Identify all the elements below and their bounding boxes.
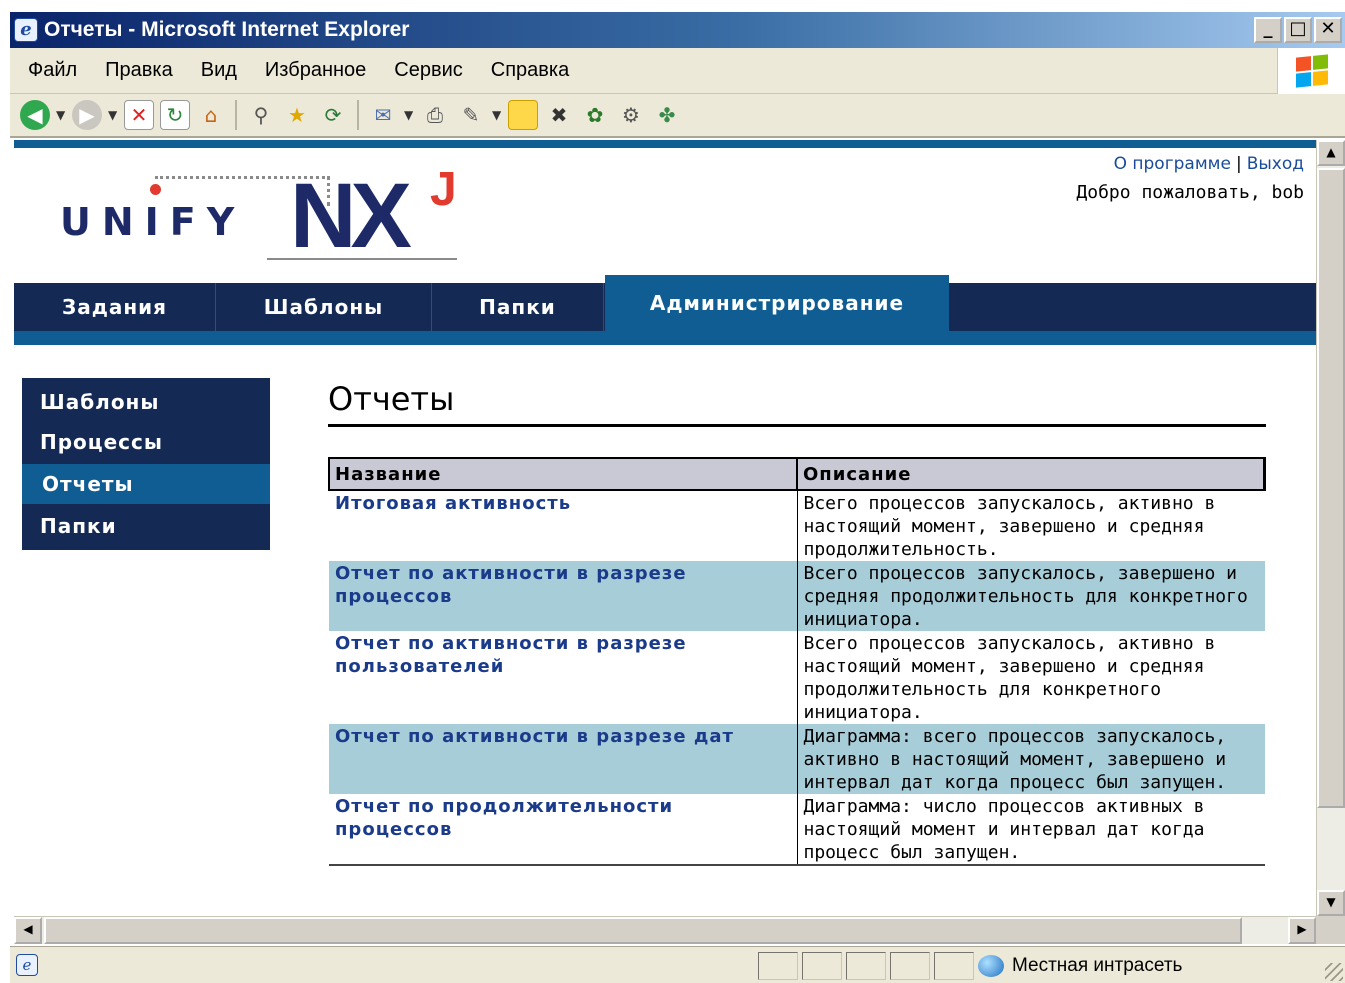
report-description: Всего процессов запускалось, завершено и… [797,561,1265,631]
report-link[interactable]: Итоговая активность [329,490,798,561]
minimize-button[interactable]: _ [1254,17,1282,43]
reports-table: Название Описание Итоговая активность Вс… [328,457,1266,866]
menu-file[interactable]: Файл [28,59,77,82]
maximize-button[interactable]: □ [1284,17,1312,43]
home-icon[interactable]: ⌂ [196,100,226,130]
column-header-name[interactable]: Название [328,457,798,491]
stop-icon[interactable]: ✕ [124,100,154,130]
windows-logo-icon [1277,48,1345,94]
table-row: Отчет по активности в разрезе процессов … [329,561,1265,631]
forward-dropdown-icon[interactable]: ▼ [108,108,118,122]
history-icon[interactable]: ⟳ [318,100,348,130]
tab-administration[interactable]: Администрирование [605,275,949,331]
page-title: Отчеты [328,380,1266,427]
report-description: Диаграмма: число процессов активных в на… [797,794,1265,866]
close-button[interactable]: ✕ [1314,17,1342,43]
report-link[interactable]: Отчет по активности в разрезе пользовате… [329,631,798,724]
menu-edit[interactable]: Правка [105,59,173,82]
column-header-description[interactable]: Описание [797,457,1266,491]
edit-icon[interactable]: ✎ [456,100,486,130]
tab-folders[interactable]: Папки [432,283,604,331]
report-link[interactable]: Отчет по активности в разрезе процессов [329,561,798,631]
resize-grip-icon[interactable] [1325,963,1343,981]
menu-bar: Файл Правка Вид Избранное Сервис Справка [10,48,1345,94]
table-row: Отчет по продолжительности процессов Диа… [329,794,1265,866]
scroll-up-icon[interactable]: ▲ [1317,140,1345,166]
logo-unify-text: UNIFY [60,200,246,244]
tab-templates[interactable]: Шаблоны [216,283,432,331]
tools-icon[interactable]: ⚙ [616,100,646,130]
back-dropdown-icon[interactable]: ▼ [56,108,66,122]
back-icon[interactable]: ◀ [20,100,50,130]
report-description: Диаграмма: всего процессов запускалось, … [797,724,1265,794]
top-strip [14,140,1316,148]
scroll-left-icon[interactable]: ◀ [14,917,42,944]
unify-nxj-logo[interactable]: UNIFY NX J [60,163,480,268]
window-controls: _ □ ✕ [1254,17,1342,43]
security-zone[interactable]: Местная интрасеть [978,952,1218,980]
window-titlebar[interactable]: e Отчеты - Microsoft Internet Explorer _… [10,12,1345,48]
vertical-scrollbar[interactable]: ▲ ▼ [1316,140,1345,916]
menu-tools[interactable]: Сервис [394,59,463,82]
link-separator: | [1235,154,1242,174]
status-pane [802,952,842,980]
sidebar-item-processes[interactable]: Процессы [22,422,270,462]
horizontal-scrollbar[interactable]: ◀ ▶ [14,916,1316,944]
header-links: О программе | Выход [1114,154,1304,174]
edit-dropdown-icon[interactable]: ▼ [492,108,502,122]
report-description: Всего процессов запускалось, активно в н… [803,633,1216,723]
extra-icon[interactable]: ✤ [652,100,682,130]
admin-sidebar: Шаблоны Процессы Отчеты Папки [22,378,270,550]
about-link[interactable]: О программе [1114,154,1231,174]
scroll-down-icon[interactable]: ▼ [1317,890,1345,916]
sidebar-item-reports[interactable]: Отчеты [22,464,270,504]
search-icon[interactable]: ⚲ [246,100,276,130]
page-viewport: UNIFY NX J О программе | Выход Добро пожал… [14,140,1316,916]
scroll-right-icon[interactable]: ▶ [1288,917,1316,944]
window-title: Отчеты - Microsoft Internet Explorer [44,18,410,41]
status-pane [758,952,798,980]
table-row: Отчет по активности в разрезе дат Диагра… [329,724,1265,794]
refresh-icon[interactable]: ↻ [160,100,190,130]
status-bar: e Местная интрасеть [10,946,1345,983]
logo-nx-text: NX [290,165,412,267]
vertical-scroll-thumb[interactable] [1317,168,1345,808]
status-pane [890,952,930,980]
messenger-icon[interactable]: ✖ [544,100,574,130]
main-nav: Задания Шаблоны Папки Администрирование [14,275,1316,345]
print-icon[interactable]: ⎙ [420,100,450,130]
status-pane [934,952,974,980]
mail-icon[interactable]: ✉ [368,100,398,130]
report-link[interactable]: Отчет по активности в разрезе дат [329,724,798,794]
table-row: Отчет по активности в разрезе пользовате… [329,631,1265,724]
intranet-icon [978,955,1004,977]
main-content: Отчеты Название Описание Итоговая активн… [328,380,1266,866]
favorites-icon[interactable]: ★ [282,100,312,130]
menu-view[interactable]: Вид [201,59,237,82]
logout-link[interactable]: Выход [1247,154,1304,174]
table-row: Итоговая активность Всего процессов запу… [329,490,1265,561]
sidebar-item-folders[interactable]: Папки [22,506,270,546]
scrollbar-corner [1316,916,1345,944]
toolbar-separator [235,100,237,130]
status-pane [846,952,886,980]
menu-help[interactable]: Справка [491,59,569,82]
mail-dropdown-icon[interactable]: ▼ [404,108,414,122]
page-status-icon: e [16,954,38,976]
forward-icon[interactable]: ▶ [72,100,102,130]
menu-favorites[interactable]: Избранное [265,59,366,82]
logo-j-text: J [430,163,457,216]
tab-tasks[interactable]: Задания [14,283,216,331]
toolbar-separator [357,100,359,130]
welcome-message: Добро пожаловать, bob [1076,182,1304,203]
report-link[interactable]: Отчет по продолжительности процессов [329,794,798,866]
report-description: Всего процессов запускалось, активно в н… [803,493,1216,560]
pro-icon[interactable]: ✿ [580,100,610,130]
note-icon[interactable] [508,100,538,130]
zone-label: Местная интрасеть [1012,955,1183,976]
horizontal-scroll-thumb[interactable] [44,917,1242,944]
toolbar: ◀ ▼ ▶ ▼ ✕ ↻ ⌂ ⚲ ★ ⟳ ✉ ▼ ⎙ ✎ ▼ ✖ ✿ ⚙ ✤ [10,94,1345,138]
ie-icon: e [14,18,38,42]
sidebar-item-templates[interactable]: Шаблоны [22,382,270,422]
